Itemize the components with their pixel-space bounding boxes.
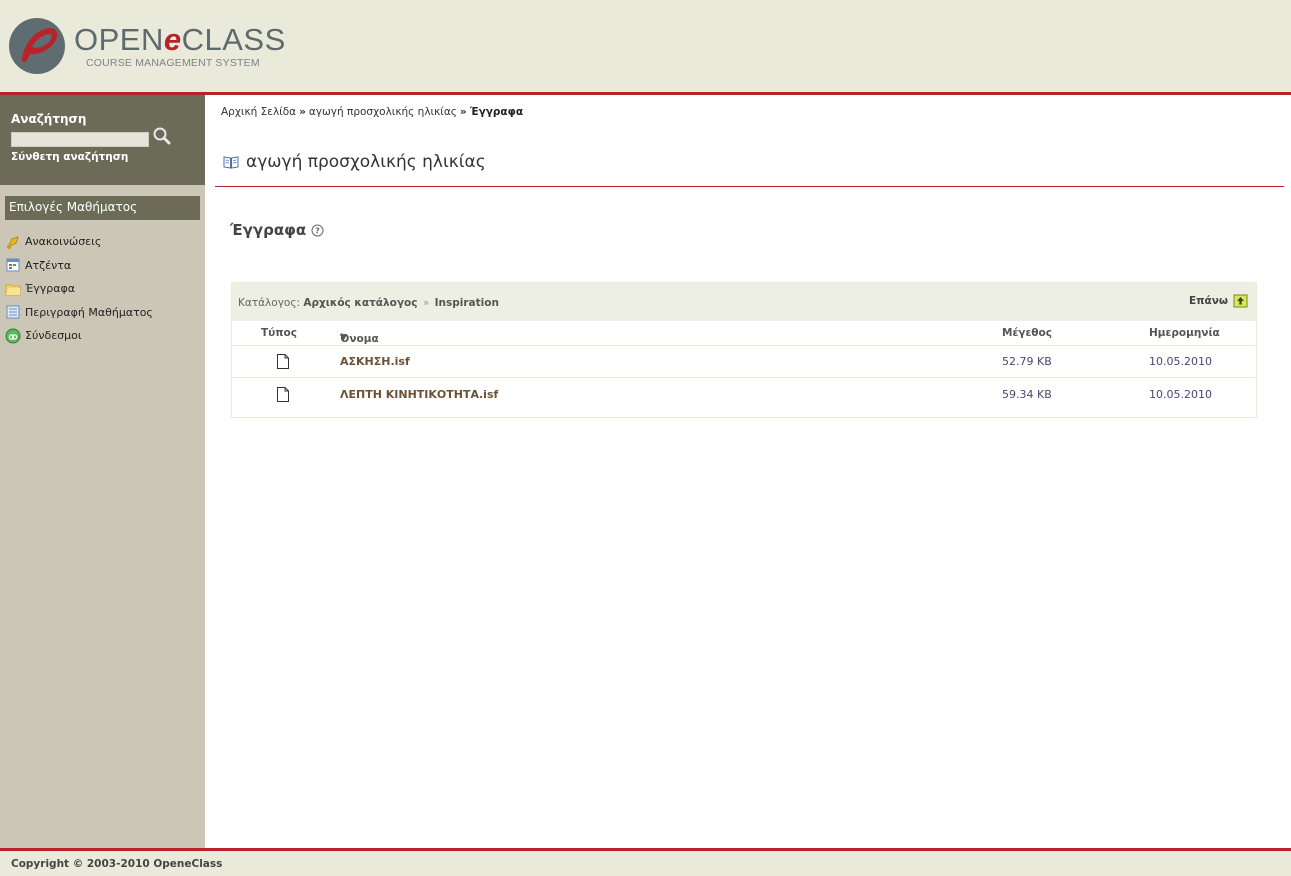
file-icon xyxy=(277,354,289,369)
course-options-heading: Επιλογές Μαθήματος xyxy=(5,196,200,220)
column-size: Μέγεθος xyxy=(1002,327,1052,339)
path-separator: » xyxy=(422,297,430,309)
breadcrumb: Αρχική Σελίδα» αγωγή προσχολικής ηλικίας»… xyxy=(221,106,523,118)
breadcrumb-course-link[interactable]: αγωγή προσχολικής ηλικίας xyxy=(309,106,457,118)
directory-bar: Κατάλογος: Αρχικός κατάλογος » Inspirati… xyxy=(232,283,1256,321)
sidebar-item-label: Περιγραφή Μαθήματος xyxy=(25,305,153,319)
description-icon xyxy=(6,305,20,319)
book-icon xyxy=(223,156,239,169)
course-title-text: αγωγή προσχολικής ηλικίας xyxy=(246,152,486,172)
search-title: Αναζήτηση xyxy=(11,112,87,126)
breadcrumb-current: Έγγραφα xyxy=(469,106,524,118)
logo-title: OPENeCLASS xyxy=(74,21,286,57)
course-title: αγωγή προσχολικής ηλικίας xyxy=(223,152,486,172)
folder-up-icon xyxy=(1233,294,1248,308)
column-date: Ημερομηνία xyxy=(1149,327,1220,339)
sidebar-item-label: Ατζέντα xyxy=(25,258,72,272)
file-name-link[interactable]: ΛΕΠΤΗ ΚΙΝΗΤΙΚΟΤΗΤΑ.isf xyxy=(340,388,498,401)
sidebar-item-announcements[interactable]: Ανακοινώσεις xyxy=(5,230,200,254)
help-icon[interactable]: ? xyxy=(311,224,324,237)
sidebar-item-course-description[interactable]: Περιγραφή Μαθήματος xyxy=(5,301,200,325)
search-input[interactable] xyxy=(11,132,149,147)
documents-table: Κατάλογος: Αρχικός κατάλογος » Inspirati… xyxy=(231,282,1257,418)
openeclass-logo[interactable]: OPENeCLASS COURSE MANAGEMENT SYSTEM xyxy=(8,14,286,78)
table-row: ΛΕΠΤΗ ΚΙΝΗΤΙΚΟΤΗΤΑ.isf 59.34 KB 10.05.20… xyxy=(232,379,1256,411)
sidebar-item-label: Σύνδεσμοι xyxy=(25,329,82,343)
directory-label: Κατάλογος: xyxy=(238,297,301,309)
section-title-text: Έγγραφα xyxy=(230,221,307,239)
root-directory-link[interactable]: Αρχικός κατάλογος xyxy=(303,297,417,309)
breadcrumb-home-link[interactable]: Αρχική Σελίδα xyxy=(221,106,296,118)
file-size: 52.79 KB xyxy=(1002,355,1052,368)
folder-icon xyxy=(5,284,21,296)
sidebar-item-agenda[interactable]: Ατζέντα xyxy=(5,254,200,278)
file-size: 59.34 KB xyxy=(1002,388,1052,401)
page-footer: Copyright © 2003-2010 OpeneClass xyxy=(0,851,1291,876)
up-directory-button[interactable]: Επάνω xyxy=(1189,293,1248,308)
file-name-link[interactable]: ΑΣΚΗΣΗ.isf xyxy=(340,355,410,368)
breadcrumb-separator: » xyxy=(299,106,306,118)
search-panel: Αναζήτηση Σύνθετη αναζήτηση xyxy=(0,95,205,185)
sidebar-item-label: Έγγραφα xyxy=(25,282,75,296)
logo-subtitle: COURSE MANAGEMENT SYSTEM xyxy=(86,56,260,69)
course-menu: Ανακοινώσεις Ατζέντα Έγγραφα Περιγραφή Μ… xyxy=(5,230,200,348)
sidebar-item-label: Ανακοινώσεις xyxy=(25,235,102,249)
title-divider xyxy=(215,186,1284,187)
file-date: 10.05.2010 xyxy=(1149,355,1212,368)
logo-mark-icon xyxy=(9,18,65,74)
current-directory: Inspiration xyxy=(434,297,499,309)
up-label: Επάνω xyxy=(1189,294,1228,307)
column-type: Τύπος xyxy=(261,327,297,339)
sidebar-item-links[interactable]: Σύνδεσμοι xyxy=(5,324,200,348)
svg-text:?: ? xyxy=(315,226,320,235)
calendar-icon xyxy=(6,258,20,272)
sort-desc-icon: ▼ xyxy=(340,333,347,343)
file-date: 10.05.2010 xyxy=(1149,388,1212,401)
links-icon xyxy=(5,328,21,344)
directory-path: Κατάλογος: Αρχικός κατάλογος » Inspirati… xyxy=(238,297,499,309)
breadcrumb-separator: » xyxy=(459,106,467,118)
table-row: ΑΣΚΗΣΗ.isf 52.79 KB 10.05.2010 xyxy=(232,346,1256,378)
main-content: Αρχική Σελίδα» αγωγή προσχολικής ηλικίας»… xyxy=(205,95,1291,848)
advanced-search-link[interactable]: Σύνθετη αναζήτηση xyxy=(11,151,128,163)
table-header: Τύπος Όνομα ▼ Μέγεθος Ημερομηνία xyxy=(232,321,1256,346)
sidebar: Αναζήτηση Σύνθετη αναζήτηση Επιλογές Μαθ… xyxy=(0,95,205,848)
file-icon xyxy=(277,387,289,402)
sidebar-item-documents[interactable]: Έγγραφα xyxy=(5,277,200,301)
announcements-icon xyxy=(7,236,19,249)
copyright-text: Copyright © 2003-2010 OpeneClass xyxy=(11,858,223,870)
page-header: OPENeCLASS COURSE MANAGEMENT SYSTEM xyxy=(0,0,1291,92)
section-title: Έγγραφα ? xyxy=(230,221,324,239)
search-icon[interactable] xyxy=(152,126,172,146)
